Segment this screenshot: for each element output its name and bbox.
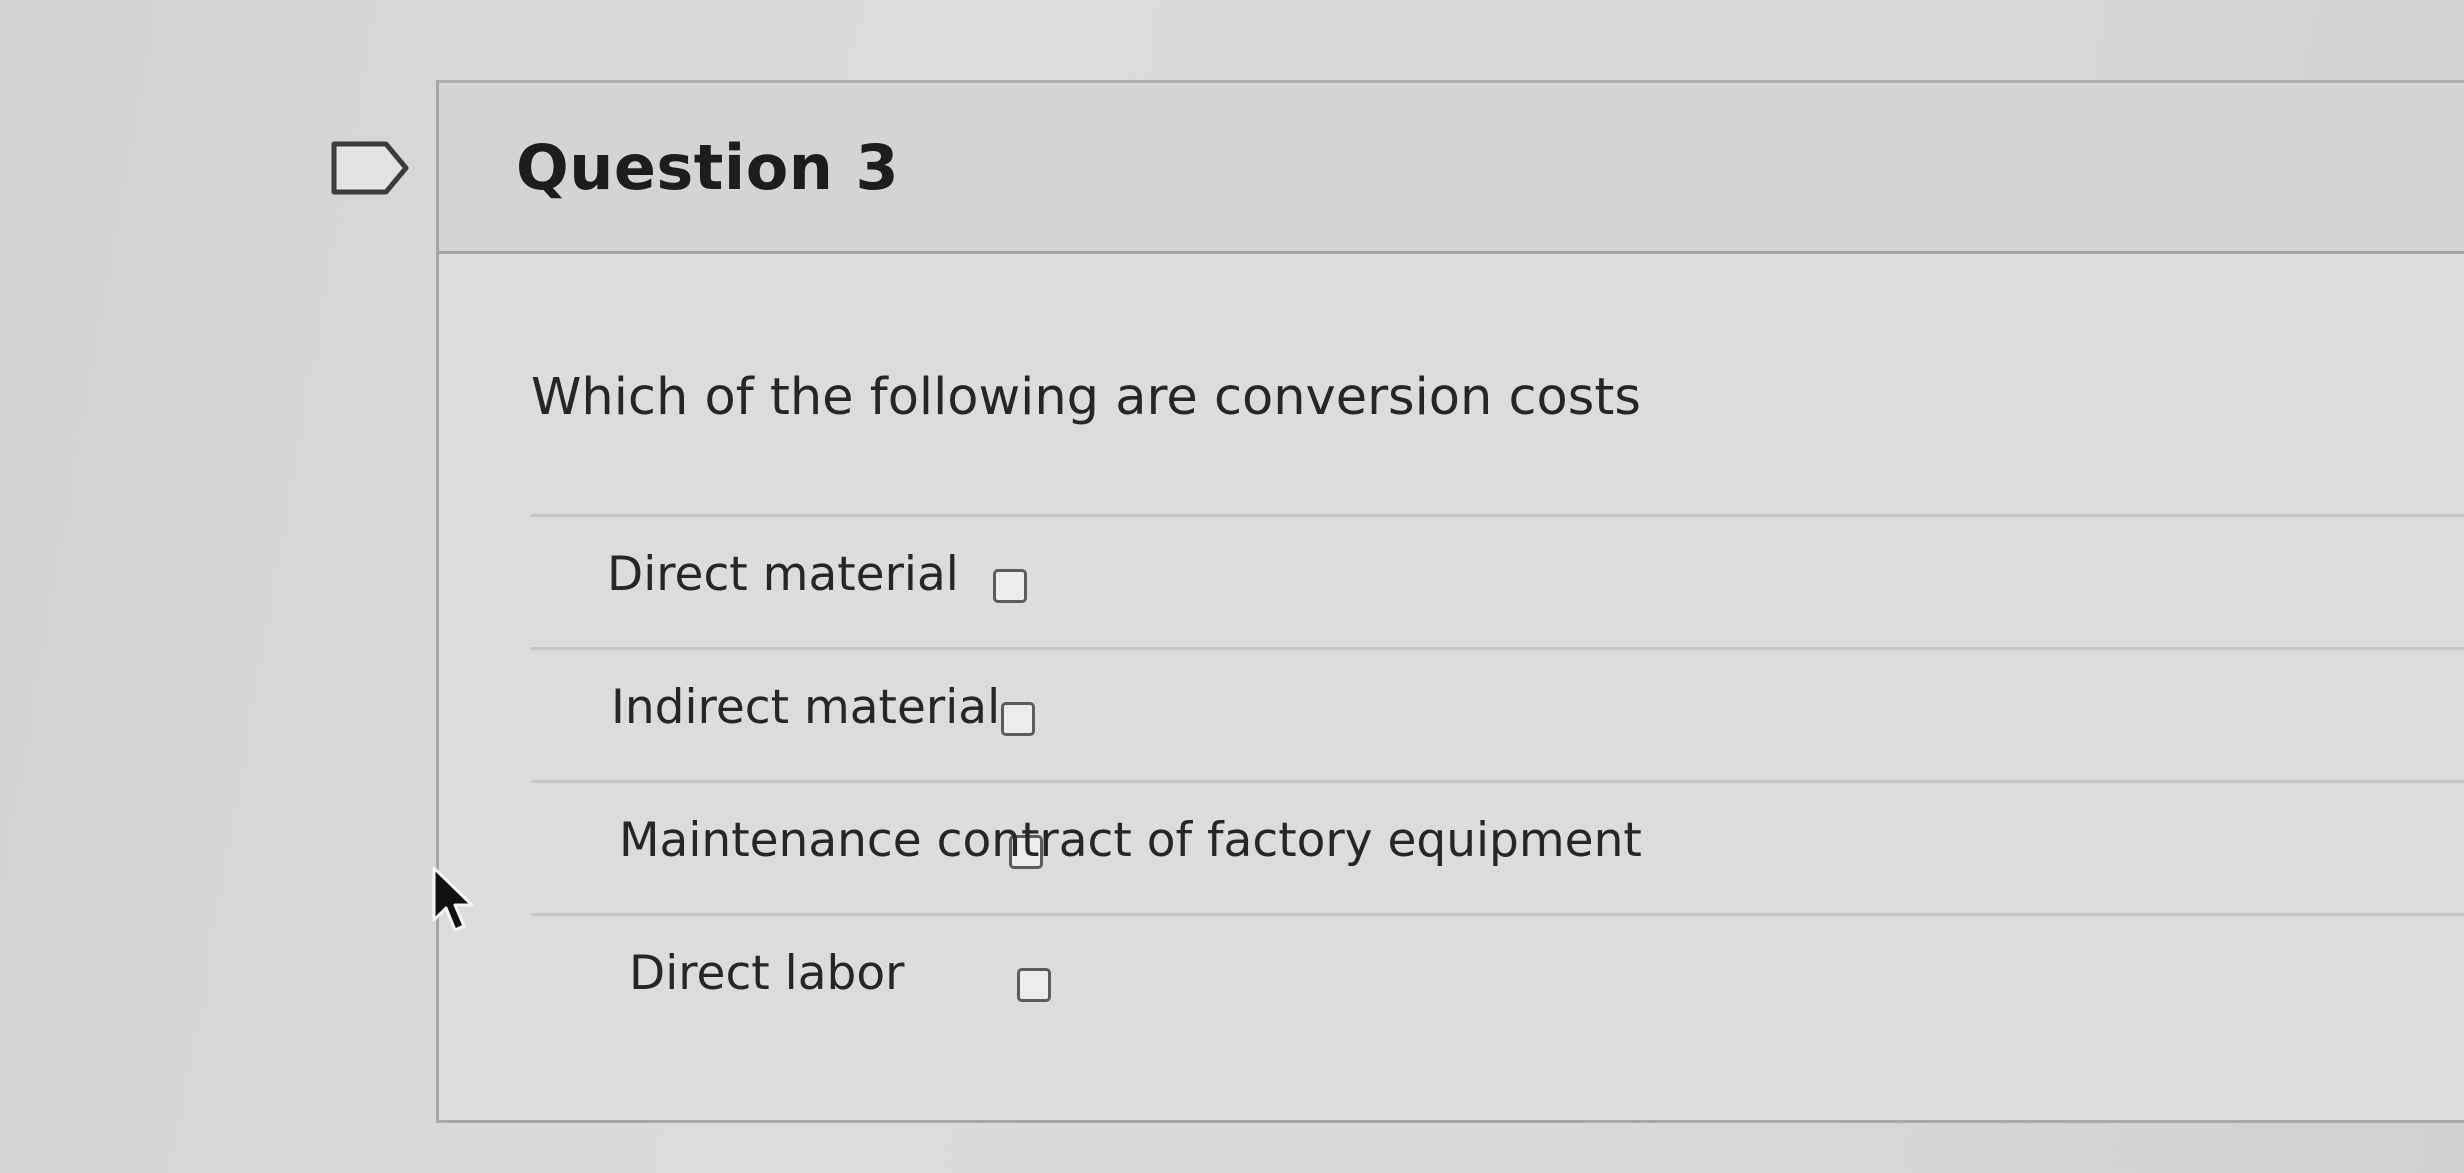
question-prompt: Which of the following are conversion co…	[531, 368, 1641, 427]
answer-label: Indirect material	[611, 680, 1001, 735]
checkbox[interactable]	[993, 569, 1027, 603]
answer-option-indirect-material[interactable]: Indirect material	[531, 650, 2464, 783]
answer-option-direct-material[interactable]: Direct material	[531, 517, 2464, 650]
bookmark-flag-icon[interactable]	[330, 140, 410, 196]
answer-label: Direct labor	[629, 946, 905, 1001]
mouse-pointer-icon	[432, 866, 474, 932]
answer-option-direct-labor[interactable]: Direct labor	[531, 916, 2464, 1046]
answer-option-maintenance-contract[interactable]: Maintenance contract of factory equipmen…	[531, 783, 2464, 916]
answer-list: Direct material Indirect material Mainte…	[531, 517, 2464, 1046]
answer-label: Direct material	[607, 547, 959, 602]
checkbox[interactable]	[1001, 702, 1035, 736]
question-card: Question 3 Which of the following are co…	[436, 80, 2464, 1123]
checkbox[interactable]	[1017, 968, 1051, 1002]
question-header: Question 3	[439, 80, 2464, 254]
question-title: Question 3	[516, 131, 900, 204]
answer-label: Maintenance contract of factory equipmen…	[619, 813, 1642, 868]
